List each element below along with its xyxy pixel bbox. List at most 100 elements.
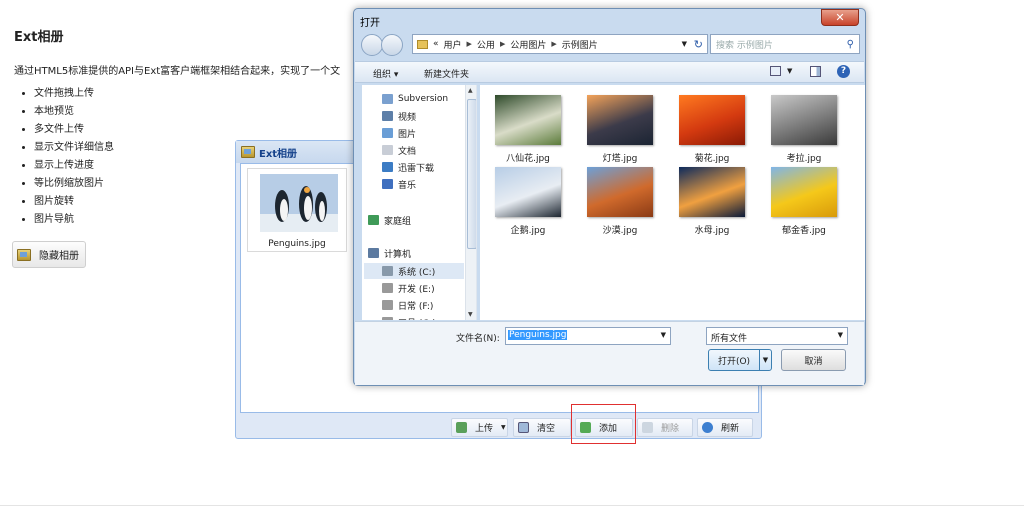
nav-item-icon [382, 94, 393, 104]
open-file-dialog: 打开 ✕ « 用户 ▶ 公用 ▶ 公用图片 ▶ 示例图片 ▼ ↻ 搜索 示例图片… [353, 8, 866, 386]
nav-scrollbar[interactable]: ▲ ▼ [465, 85, 476, 320]
dialog-title: 打开 [360, 18, 380, 29]
address-segment[interactable]: 公用图片 [510, 38, 546, 51]
chevron-right-icon[interactable]: ▶ [467, 40, 472, 48]
nav-item[interactable]: 日常 (F:) [382, 297, 433, 313]
feature-item: 图片旋转 [34, 194, 114, 212]
nav-item-label: 开发 (E:) [398, 284, 435, 295]
nav-item[interactable]: 迅雷下载 [382, 159, 434, 175]
forward-arrow-icon[interactable] [381, 34, 403, 56]
file-item[interactable]: 考拉.jpg [764, 91, 844, 164]
clear-icon [518, 422, 529, 433]
preview-pane-icon[interactable] [810, 66, 821, 77]
upload-icon [456, 422, 467, 433]
file-type-select[interactable]: 所有文件 ▼ [706, 327, 848, 345]
scroll-up-icon[interactable]: ▲ [468, 87, 473, 94]
folder-icon [417, 39, 428, 49]
help-icon[interactable]: ? [837, 65, 850, 78]
file-item[interactable]: 八仙花.jpg [488, 91, 568, 164]
address-bar[interactable]: « 用户 ▶ 公用 ▶ 公用图片 ▶ 示例图片 ▼ ↻ [412, 34, 708, 54]
feature-item: 显示文件详细信息 [34, 140, 114, 158]
scrollbar-thumb[interactable] [467, 99, 476, 249]
view-options-icon[interactable] [770, 66, 781, 76]
new-folder-button[interactable]: 新建文件夹 [424, 67, 469, 80]
file-name: 水母.jpg [694, 226, 730, 236]
file-thumbnail-image [587, 167, 653, 217]
scroll-down-icon[interactable]: ▼ [468, 311, 473, 318]
nav-item-icon [382, 283, 393, 293]
refresh-icon[interactable]: ↻ [694, 38, 703, 51]
file-item[interactable]: 灯塔.jpg [580, 91, 660, 164]
back-arrow-icon[interactable] [361, 34, 383, 56]
nav-item-icon [382, 111, 393, 121]
chevron-right-icon[interactable]: ▶ [500, 40, 505, 48]
search-input[interactable]: 搜索 示例图片 ⚲ [710, 34, 860, 54]
delete-button[interactable]: 删除 [637, 418, 693, 437]
clear-button[interactable]: 清空 [513, 418, 571, 437]
nav-item-icon [382, 145, 393, 155]
file-list: 八仙花.jpg 灯塔.jpg 菊花.jpg 考拉.jpg 企鹅.jpg 沙漠.jpg 水母.… [480, 85, 865, 320]
nav-item-icon [382, 162, 393, 172]
file-item[interactable]: 企鹅.jpg [488, 163, 568, 236]
nav-item[interactable]: 开发 (E:) [382, 280, 435, 296]
cancel-button[interactable]: 取消 [781, 349, 846, 371]
nav-item[interactable]: 工具 (G:) [382, 314, 436, 320]
filename-input[interactable]: Penguins.jpg ▼ [505, 327, 671, 345]
album-icon [17, 248, 31, 261]
filename-value: Penguins.jpg [508, 330, 568, 340]
file-item[interactable]: 沙漠.jpg [580, 163, 660, 236]
upload-button[interactable]: 上传 ▼ [451, 418, 508, 437]
file-item[interactable]: 郁金香.jpg [764, 163, 844, 236]
nav-item[interactable]: 音乐 [382, 176, 416, 192]
hide-album-button[interactable]: 隐藏相册 [12, 241, 86, 268]
address-segment[interactable]: 示例图片 [562, 38, 598, 51]
chevron-down-icon[interactable]: ▼ [682, 40, 687, 48]
chevron-down-icon[interactable]: ▼ [661, 331, 666, 339]
nav-item[interactable]: Subversion [382, 91, 448, 107]
chevron-down-icon[interactable]: ▼ [787, 67, 792, 75]
page-title: Ext相册 [14, 30, 64, 45]
delete-label: 删除 [661, 424, 680, 434]
address-segment[interactable]: 公用 [477, 38, 495, 51]
nav-item-icon [382, 179, 393, 189]
feature-item: 本地预览 [34, 104, 114, 122]
feature-item: 等比例缩放图片 [34, 176, 114, 194]
refresh-icon [702, 422, 713, 433]
thumbnail-caption: Penguins.jpg [268, 239, 326, 249]
cancel-label: 取消 [804, 356, 823, 367]
address-segment[interactable]: « [433, 39, 439, 49]
upload-label: 上传 [475, 424, 494, 434]
feature-item: 图片导航 [34, 212, 114, 230]
feature-list: 文件拖拽上传 本地预览 多文件上传 显示文件详细信息 显示上传进度 等比例缩放图… [20, 86, 114, 230]
nav-item-label: 音乐 [398, 180, 417, 191]
nav-item-label: 计算机 [384, 249, 412, 260]
hide-album-label: 隐藏相册 [39, 251, 79, 262]
open-button[interactable]: 打开(O) ▼ [708, 349, 772, 371]
file-item[interactable]: 水母.jpg [672, 163, 752, 236]
address-segment[interactable]: 用户 [444, 38, 462, 51]
file-item[interactable]: 菊花.jpg [672, 91, 752, 164]
nav-item-icon [382, 266, 393, 276]
close-icon[interactable]: ✕ [821, 9, 859, 26]
nav-item-label: 文档 [398, 146, 417, 157]
nav-item[interactable]: 家庭组 [368, 212, 411, 228]
chevron-down-icon[interactable]: ▼ [838, 331, 843, 339]
nav-item[interactable]: 视频 [382, 108, 416, 124]
back-forward-buttons[interactable] [361, 34, 403, 56]
nav-item[interactable]: 文档 [382, 142, 416, 158]
command-bar: 组织 ▾ 新建文件夹 ▼ ? [355, 61, 864, 83]
nav-item[interactable]: 计算机 [368, 245, 411, 261]
nav-item[interactable]: 系统 (C:) [364, 263, 464, 279]
chevron-right-icon[interactable]: ▶ [551, 40, 556, 48]
search-icon[interactable]: ⚲ [847, 39, 854, 50]
nav-item[interactable]: 图片 [382, 125, 416, 141]
chevron-down-icon[interactable]: ▼ [759, 350, 771, 370]
album-thumbnail[interactable]: Penguins.jpg [247, 168, 347, 252]
nav-item-icon [368, 248, 379, 258]
refresh-button[interactable]: 刷新 [697, 418, 753, 437]
refresh-label: 刷新 [721, 424, 740, 434]
search-placeholder: 搜索 示例图片 [716, 40, 773, 51]
organize-menu[interactable]: 组织 ▾ [373, 67, 398, 80]
file-thumbnail-image [771, 95, 837, 145]
nav-item-label: 视频 [398, 112, 417, 123]
